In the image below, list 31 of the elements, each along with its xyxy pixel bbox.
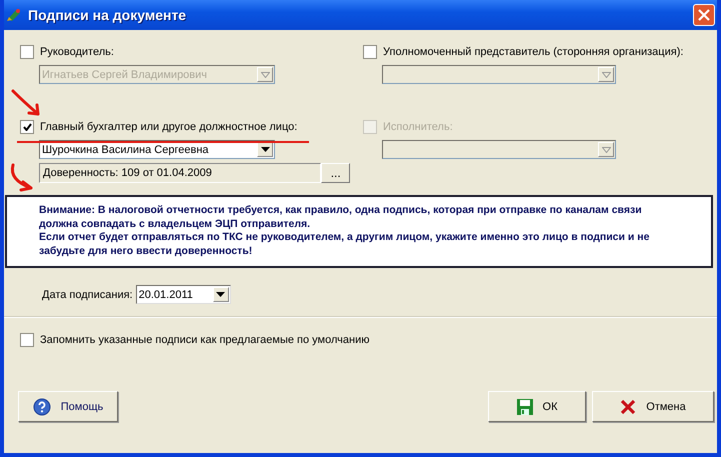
- help-button[interactable]: Помощь: [18, 391, 118, 422]
- app-icon: [6, 7, 22, 23]
- dropdown-arrow-icon: [260, 72, 270, 78]
- ok-button[interactable]: ОК: [488, 391, 586, 422]
- checkbox-label: Руководитель:: [40, 46, 114, 58]
- check-icon: [22, 123, 32, 131]
- close-icon: [698, 9, 710, 21]
- checkbox-label: Главный бухгалтер или другое должностное лицо:: [40, 121, 298, 133]
- dropdown-arrow-icon: [216, 292, 226, 298]
- checkbox-label: Исполнитель:: [383, 121, 453, 133]
- cross-icon: [620, 398, 636, 414]
- annotation-arrow-drawing: [10, 88, 42, 118]
- checkbox[interactable]: [363, 45, 377, 59]
- browse-button[interactable]: ...: [321, 163, 350, 183]
- window-title: Подписи на документе: [28, 7, 186, 23]
- dropdown-arrow-icon: [602, 146, 610, 152]
- dropdown-arrow-icon: [260, 146, 270, 152]
- dropdown-arrow-icon: [602, 72, 610, 78]
- date-picker[interactable]: 20.01.2011: [136, 285, 231, 304]
- checkbox[interactable]: [20, 120, 34, 134]
- checkbox-label: Уполномоченный представитель (сторонняя организация):: [383, 46, 684, 58]
- checkbox[interactable]: [20, 45, 34, 59]
- warning-text: Внимание: В налоговой отчетности требуется, как правило, одна подпись, которая при отправке по каналам связи должна совпадать с владельцем ЭЦП отправителя.: [39, 204, 643, 231]
- cancel-button[interactable]: Отмена: [592, 391, 714, 422]
- date-label: Дата подписания:: [42, 288, 133, 300]
- help-icon: [32, 398, 51, 416]
- warning-text: Если отчет будет отправляться по ТКС не руководителем, а другим лицом, укажите именно это лицо в подписи и не забудьте для него ввести доверенность!: [39, 231, 650, 258]
- close-button[interactable]: [693, 4, 715, 26]
- proxy-field: Доверенность: 109 от 01.04.2009: [39, 163, 322, 183]
- checkbox-label: Запомнить указанные подписи как предлагаемые по умолчанию: [40, 334, 370, 346]
- checkbox[interactable]: [20, 333, 34, 347]
